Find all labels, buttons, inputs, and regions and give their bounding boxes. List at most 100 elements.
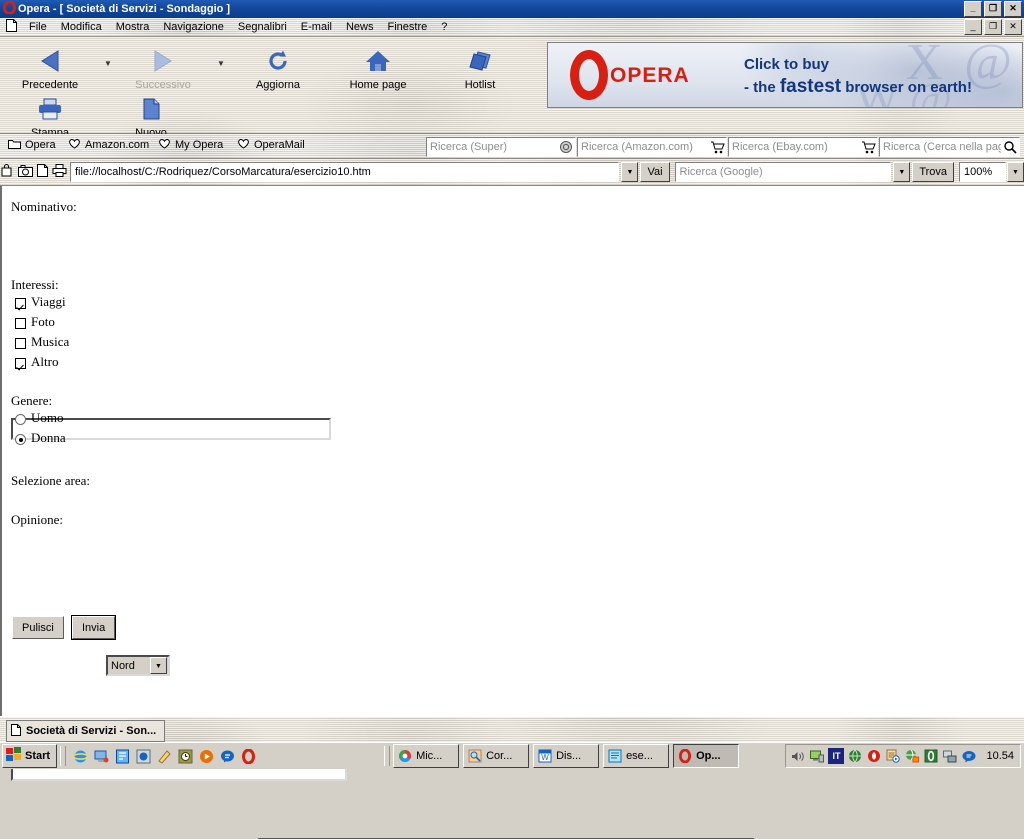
frontpage-icon[interactable] (114, 748, 130, 764)
google-search-input[interactable]: Ricerca (Google) (674, 162, 892, 182)
svg-text:W: W (541, 753, 549, 762)
find-button[interactable]: Trova (912, 162, 955, 182)
toolbar-button-successivo[interactable]: Successivo (121, 41, 205, 91)
search-box-super[interactable]: Ricerca (Super) (426, 137, 576, 157)
menu-item-modifica[interactable]: Modifica (54, 20, 109, 34)
radio-donna[interactable] (15, 434, 26, 445)
mdi-close-button[interactable]: ✕ (1004, 19, 1022, 35)
checkbox-viaggi[interactable] (15, 298, 26, 309)
search-placeholder-ebay: Ricerca (Ebay.com) (732, 141, 828, 153)
go-button[interactable]: Vai (640, 162, 670, 182)
super-search-icon[interactable] (557, 140, 575, 154)
msn-icon[interactable] (219, 748, 235, 764)
search-box-ebay[interactable]: Ricerca (Ebay.com) (728, 137, 878, 157)
bookmark-label-myopera: My Opera (175, 139, 224, 151)
bookmark-item-opera[interactable]: Opera (8, 138, 56, 152)
msn-tray-icon[interactable] (961, 748, 977, 764)
taskbar-item-ese[interactable]: ese... (603, 744, 670, 768)
address-input[interactable]: file://localhost/C:/Rodriquez/CorsoMarca… (69, 162, 620, 182)
ie-icon[interactable] (72, 748, 88, 764)
menu-item-file[interactable]: File (22, 20, 54, 34)
taskbar-grip-2[interactable] (384, 746, 391, 766)
media-icon[interactable] (135, 748, 151, 764)
scheduler-icon[interactable] (885, 748, 901, 764)
menu-item-segnalibri[interactable]: Segnalibri (231, 20, 294, 34)
taskbar-item-opera[interactable]: Op... (673, 744, 740, 768)
window-controls[interactable]: _ ❐ ✕ (964, 1, 1022, 17)
minimize-button[interactable]: _ (964, 1, 982, 17)
menu-item-finestre[interactable]: Finestre (380, 20, 434, 34)
bookmark-item-myopera[interactable]: My Opera (158, 138, 223, 152)
close-button[interactable]: ✕ (1004, 1, 1022, 17)
toolbar-button-stampa[interactable]: Stampa (8, 89, 92, 139)
shield-icon[interactable] (923, 748, 939, 764)
taskbar-item-cor[interactable]: Cor... (463, 744, 530, 768)
maximize-button[interactable]: ❐ (984, 1, 1002, 17)
taskbar-label-opera: Op... (696, 750, 721, 762)
mdi-minimize-button[interactable]: _ (964, 19, 982, 35)
start-button[interactable]: Start (2, 744, 58, 768)
forward-dropdown-icon[interactable]: ▼ (217, 59, 225, 68)
menu-item-help[interactable]: ? (434, 20, 454, 34)
mdi-window-controls[interactable]: _ ❐ ✕ (964, 19, 1022, 35)
checkbox-foto[interactable] (15, 318, 26, 329)
player-icon[interactable] (198, 748, 214, 764)
window-tab-sondaggio[interactable]: Società di Servizi - Son... (6, 720, 166, 742)
checkbox-altro[interactable] (15, 358, 26, 369)
zoom-input[interactable]: 100% (959, 162, 1006, 182)
print-icon[interactable] (51, 164, 68, 180)
banner-line-2: - the fastest browser on earth! (744, 76, 972, 98)
network-icon[interactable] (942, 748, 958, 764)
address-dropdown-button[interactable]: ▼ (621, 162, 639, 182)
hotlist-icon (438, 41, 522, 81)
cart-icon[interactable] (859, 141, 877, 154)
network-globe-icon[interactable] (904, 748, 920, 764)
banner-line2-pre: - the (744, 79, 780, 96)
magnifier-icon[interactable] (1001, 140, 1019, 154)
toolbar-button-hotlist[interactable]: Hotlist (438, 41, 522, 91)
menu-item-navigazione[interactable]: Navigazione (156, 20, 231, 34)
menu-item-mostra[interactable]: Mostra (109, 20, 157, 34)
new-doc-icon[interactable] (34, 164, 51, 180)
chevron-down-icon[interactable]: ▼ (150, 657, 167, 674)
address-url-text: file://localhost/C:/Rodriquez/CorsoMarca… (74, 166, 371, 178)
mdi-restore-button[interactable]: ❐ (984, 19, 1002, 35)
pencil-icon[interactable] (156, 748, 172, 764)
select-area[interactable]: Nord ▼ (106, 655, 170, 676)
toolbar-button-nuovo[interactable]: Nuovo (109, 89, 193, 139)
chrome-ball-icon (397, 748, 413, 764)
toolbar-button-aggiorna[interactable]: Aggiorna (236, 41, 320, 91)
checkbox-musica[interactable] (15, 338, 26, 349)
cart-icon[interactable] (708, 141, 726, 154)
desktop-icon[interactable] (93, 748, 109, 764)
back-dropdown-icon[interactable]: ▼ (104, 59, 112, 68)
search-box-findpage[interactable]: Ricerca (Cerca nella pagina) (879, 137, 1020, 157)
volume-icon[interactable] (790, 748, 806, 764)
clock-icon[interactable] (177, 748, 193, 764)
snapshot-icon[interactable] (17, 164, 34, 180)
radio-uomo[interactable] (15, 414, 26, 425)
zoom-dropdown-button[interactable]: ▼ (1007, 162, 1024, 182)
opera-icon[interactable] (240, 748, 256, 764)
bookmark-item-operamail[interactable]: OperaMail (237, 138, 305, 152)
opera-tray-icon[interactable] (866, 748, 882, 764)
search-box-amazon[interactable]: Ricerca (Amazon.com) (577, 137, 727, 157)
bookmark-add-icon[interactable] (0, 164, 17, 180)
taskbar-clock[interactable]: 10.54 (986, 750, 1014, 762)
window-titlebar[interactable]: Opera - [ Società di Servizi - Sondaggio… (0, 0, 1024, 18)
lang-it-icon[interactable]: IT (828, 748, 845, 764)
toolbar-button-precedente[interactable]: Precedente (8, 41, 92, 91)
taskbar-grip[interactable] (60, 746, 67, 766)
menu-item-email[interactable]: E-mail (294, 20, 339, 34)
display-icon[interactable] (809, 748, 825, 764)
opera-ad-banner[interactable]: X @ W @ OPERA Click to buy - the fastest… (547, 42, 1023, 108)
taskbar-item-mic[interactable]: Mic... (393, 744, 460, 768)
taskbar-item-dis[interactable]: W Dis... (533, 744, 600, 768)
globe-icon[interactable] (847, 748, 863, 764)
menu-item-news[interactable]: News (339, 20, 381, 34)
submit-button[interactable]: Invia (70, 615, 117, 640)
toolbar-button-homepage[interactable]: Home page (336, 41, 420, 91)
google-search-dropdown-button[interactable]: ▼ (893, 162, 911, 182)
reset-button[interactable]: Pulisci (12, 616, 64, 639)
bookmark-item-amazon[interactable]: Amazon.com (68, 138, 149, 152)
